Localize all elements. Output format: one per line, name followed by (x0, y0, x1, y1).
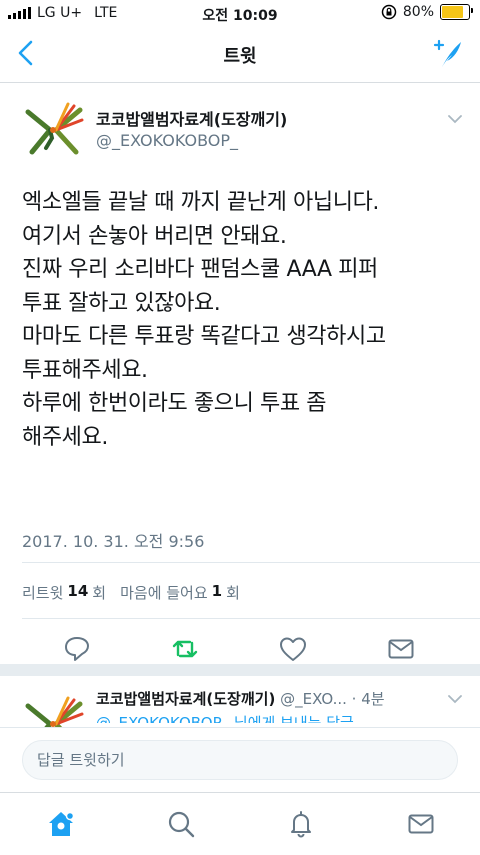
engagement-counts: 리트윗 14 회 마음에 들어요 1 회 (22, 582, 240, 603)
reply-author-avatar[interactable] (22, 692, 86, 727)
search-icon[interactable] (166, 809, 196, 839)
divider (22, 562, 480, 563)
home-icon[interactable] (46, 809, 76, 839)
retweet-count[interactable]: 14 (67, 582, 88, 603)
nav-bar: 트윗 (0, 26, 480, 83)
reply-icon[interactable] (62, 634, 92, 664)
tweet-line: 진짜 우리 소리바다 팬덤스쿨 AAA 피퍼 (22, 257, 378, 282)
tweet-timestamp: 2017. 10. 31. 오전 9:56 (22, 532, 205, 551)
compose-tweet-icon[interactable] (432, 38, 464, 70)
reply-header[interactable]: 코코밥앨범자료계(도장깨기) @_EXO... · 4분 (96, 688, 385, 709)
page-title: 트윗 (223, 46, 257, 67)
battery-icon (440, 4, 473, 20)
tweet-line: 마마도 다른 투표랑 똑같다고 생각하시고 (22, 324, 386, 349)
section-separator (0, 664, 480, 676)
like-unit: 회 (226, 584, 240, 602)
reply-chevron-down-icon[interactable] (448, 694, 462, 704)
author-avatar[interactable] (22, 98, 86, 162)
heart-icon[interactable] (278, 634, 308, 664)
retweet-unit: 회 (92, 584, 107, 602)
like-count[interactable]: 1 (212, 582, 222, 603)
reply-context: @_EXOKOKOBOP_ 님에게 보내는 답글 (96, 714, 354, 723)
reply-input[interactable]: 답글 트윗하기 (22, 740, 458, 780)
tweet-line: 엑소엘들 끝날 때 까지 끝난게 아닙니다. (22, 190, 380, 215)
retweet-icon[interactable] (170, 634, 200, 664)
notifications-icon[interactable] (286, 809, 316, 839)
chevron-down-icon[interactable] (448, 114, 462, 124)
author-handle[interactable]: @_EXOKOKOBOP_ (96, 131, 238, 150)
messages-icon[interactable] (406, 809, 436, 839)
tweet-line: 하루에 한번이라도 좋으니 투표 좀 (22, 391, 327, 416)
tweet-line: 투표 잘하고 있잖아요. (22, 290, 221, 316)
battery-percent: 80% (402, 4, 434, 20)
rotation-lock-icon (381, 4, 397, 20)
reply-author-handle: @_EXO... (280, 690, 347, 708)
tab-bar (0, 792, 480, 855)
reply-composer: 답글 트윗하기 (0, 727, 480, 793)
status-right: 80% (381, 4, 473, 20)
status-bar: LG U+ LTE 오전 10:09 80% (0, 0, 480, 26)
tweet-line: 여기서 손놓아 버리면 안돼요. (22, 223, 287, 249)
direct-message-icon[interactable] (386, 634, 416, 664)
retweet-label[interactable]: 리트윗 (22, 582, 63, 603)
reply-author-name: 코코밥앨범자료계(도장깨기) (96, 690, 276, 708)
tweet-line: 투표해주세요. (22, 357, 148, 383)
tweet-text: 엑소엘들 끝날 때 까지 끝난게 아닙니다. 여기서 손놓아 버리면 안돼요. … (22, 186, 467, 454)
reply-time: · 4분 (351, 690, 385, 708)
divider (22, 618, 480, 619)
tweet-line: 해주세요. (22, 424, 108, 450)
author-name[interactable]: 코코밥앨범자료계(도장깨기) (96, 106, 287, 130)
like-label[interactable]: 마음에 들어요 (120, 582, 208, 603)
